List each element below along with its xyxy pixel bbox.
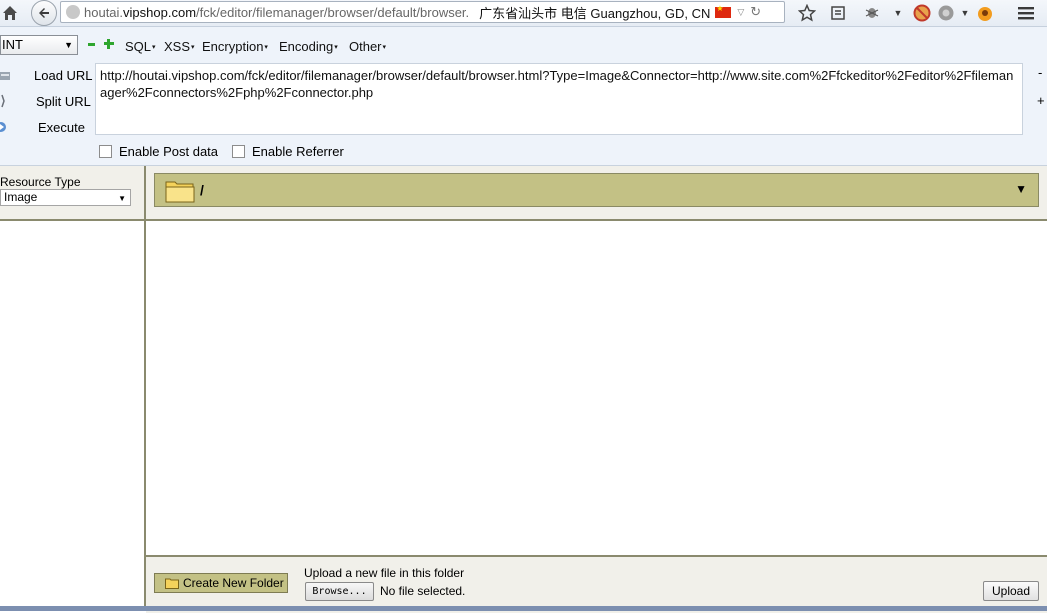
- split-url-icon: [0, 94, 12, 108]
- type-select[interactable]: INT ▼: [0, 35, 78, 55]
- file-browser-frame: / ▼ Create New Folder Upload a new file …: [146, 166, 1047, 613]
- split-url-button[interactable]: Split URL: [0, 91, 91, 111]
- address-bar-url: houtai.vipshop.com/fck/editor/filemanage…: [84, 4, 470, 20]
- file-status-text: No file selected.: [380, 584, 466, 598]
- execute-button[interactable]: Execute: [0, 117, 85, 137]
- sql-menu[interactable]: SQL▾: [125, 39, 156, 54]
- enable-referrer-checkbox[interactable]: Enable Referrer: [232, 144, 344, 159]
- folder-dropdown-icon[interactable]: ▼: [1015, 182, 1027, 196]
- expand-textarea-button[interactable]: +: [1037, 93, 1045, 108]
- noscript-icon[interactable]: [912, 3, 932, 23]
- chevron-down-icon: ▼: [118, 194, 126, 203]
- address-bar[interactable]: houtai.vipshop.com/fck/editor/filemanage…: [60, 1, 785, 23]
- resource-type-frame: Resource Type Image ▼: [0, 166, 146, 611]
- home-icon[interactable]: [0, 3, 20, 23]
- back-button[interactable]: [31, 0, 57, 26]
- increment-icon[interactable]: [104, 39, 114, 49]
- checkbox-box[interactable]: [232, 145, 245, 158]
- current-path: /: [200, 182, 204, 198]
- shrink-textarea-button[interactable]: -: [1038, 65, 1042, 80]
- type-select-value: INT: [2, 37, 23, 52]
- resource-type-label: Resource Type: [0, 175, 81, 189]
- load-url-button[interactable]: Load URL: [0, 65, 93, 85]
- checkbox-box[interactable]: [99, 145, 112, 158]
- split-url-label: Split URL: [36, 93, 91, 109]
- browser-navbar: houtai.vipshop.com/fck/editor/filemanage…: [0, 0, 1047, 27]
- current-folder-bar: / ▼: [146, 166, 1047, 221]
- upload-button[interactable]: Upload: [983, 581, 1039, 601]
- create-folder-label: Create New Folder: [183, 576, 284, 590]
- enable-post-label: Enable Post data: [119, 144, 219, 159]
- back-arrow-icon: [39, 8, 49, 18]
- decrement-icon[interactable]: [88, 43, 95, 46]
- load-url-label: Load URL: [34, 67, 93, 83]
- bookmark-star-icon[interactable]: [797, 3, 817, 23]
- extension-bug-icon[interactable]: [862, 3, 882, 23]
- reload-icon[interactable]: ↻: [750, 4, 761, 20]
- resource-type-select[interactable]: Image ▼: [0, 189, 131, 206]
- load-url-icon: [0, 68, 12, 82]
- execute-icon: [0, 120, 12, 134]
- folder-icon: [165, 178, 195, 203]
- resource-type-panel: Resource Type Image ▼: [0, 166, 144, 221]
- site-identity-icon[interactable]: [66, 5, 80, 19]
- upload-panel: Create New Folder Upload a new file in t…: [146, 555, 1047, 613]
- addon-globe-icon[interactable]: [936, 3, 956, 23]
- encryption-menu[interactable]: Encryption▾: [202, 39, 268, 54]
- geo-location-text: 广东省汕头市 电信 Guangzhou, GD, CN: [479, 5, 711, 21]
- browse-button[interactable]: Browse...: [305, 582, 374, 601]
- reading-list-icon[interactable]: [828, 3, 848, 23]
- file-list-area: [146, 221, 1047, 555]
- dropdown-arrow-icon[interactable]: ▽: [737, 7, 744, 18]
- chevron-down-icon: ▼: [64, 40, 73, 50]
- china-flag-icon: [715, 4, 732, 18]
- folder-icon: [165, 578, 179, 589]
- url-textarea[interactable]: http://houtai.vipshop.com/fck/editor/fil…: [95, 63, 1023, 135]
- hackbar-panel: INT ▼ SQL▾ XSS▾ Encryption▾ Encoding▾ Ot…: [0, 27, 1047, 166]
- folder-path-box: / ▼: [154, 173, 1039, 207]
- resource-type-value: Image: [4, 190, 38, 204]
- addon-dropdown-icon[interactable]: ▼: [955, 3, 975, 23]
- firebug-icon[interactable]: [975, 3, 995, 23]
- window-bottom-border: [0, 606, 1047, 611]
- xss-menu[interactable]: XSS▾: [164, 39, 195, 54]
- create-folder-button[interactable]: Create New Folder: [154, 573, 288, 593]
- enable-referrer-label: Enable Referrer: [252, 144, 344, 159]
- other-menu[interactable]: Other▾: [349, 39, 386, 54]
- hamburger-menu-icon[interactable]: [1016, 3, 1036, 23]
- upload-instructions: Upload a new file in this folder: [304, 566, 465, 580]
- enable-post-checkbox[interactable]: Enable Post data: [99, 144, 218, 159]
- encoding-menu[interactable]: Encoding▾: [279, 39, 338, 54]
- execute-label: Execute: [38, 119, 85, 135]
- menu-dropdown-icon[interactable]: ▼: [888, 3, 908, 23]
